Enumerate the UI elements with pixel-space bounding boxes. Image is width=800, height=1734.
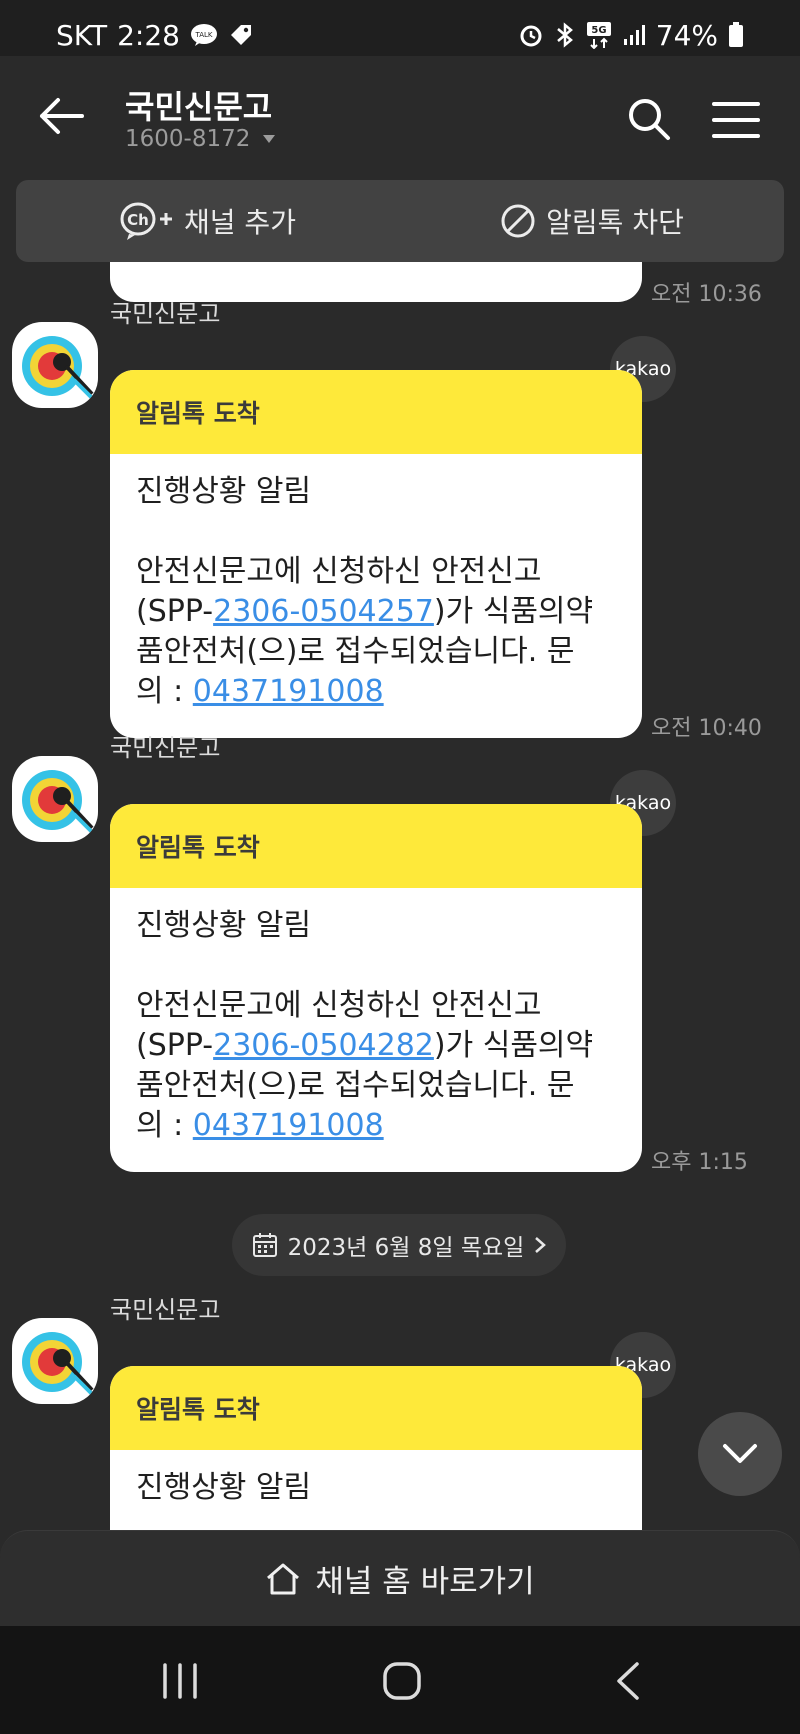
- message-time: 오전 10:36: [651, 282, 762, 307]
- phone-number-dropdown[interactable]: 1600-8172: [125, 126, 276, 152]
- sender-name: 국민신문고: [110, 734, 221, 762]
- chat-title: 국민신문고: [125, 88, 273, 126]
- sinmungo-logo-icon: [22, 1332, 94, 1396]
- add-channel-label: 채널 추가: [184, 206, 296, 239]
- message-line: (SPP-2306-0504257)가 식품의약: [136, 594, 594, 629]
- phone-link[interactable]: 0437191008: [193, 674, 384, 709]
- report-number-link[interactable]: 2306-0504282: [213, 1028, 434, 1063]
- message-line: 안전신문고에 신청하신 안전신고: [136, 554, 542, 589]
- block-icon: [501, 204, 535, 238]
- date-label: 2023년 6월 8일 목요일: [287, 1235, 525, 1261]
- date-divider[interactable]: 2023년 6월 8일 목요일: [232, 1214, 566, 1276]
- message-body: 진행상황 알림 안전신문고에 신청하신 안전신고 (SPP-2306-05042…: [110, 888, 642, 1172]
- alimtalk-header: 알림톡 도착: [110, 804, 642, 888]
- message-body: 진행상황 알림 안전신문고에 신청하신 안전신고 (SPP-2306-05042…: [110, 454, 642, 738]
- message-title: 진행상황 알림: [136, 1470, 312, 1505]
- back-nav-button[interactable]: [598, 1656, 658, 1706]
- chat-message-list[interactable]: 0437191008 오전 10:36 국민신문고 kakao 알림톡 도착 진…: [0, 176, 800, 1530]
- block-alimtalk-button[interactable]: 알림톡 차단: [400, 201, 784, 241]
- back-button[interactable]: [38, 96, 86, 136]
- message-title: 진행상황 알림: [136, 908, 312, 943]
- svg-text:5G: 5G: [591, 25, 606, 36]
- home-nav-button[interactable]: [372, 1656, 432, 1706]
- menu-button[interactable]: [712, 100, 760, 140]
- add-channel-button[interactable]: Ch 채널 추가: [16, 201, 400, 241]
- signal-icon: [622, 23, 646, 47]
- sinmungo-logo-icon: [22, 770, 94, 834]
- message-line: 품안전처(으)로 접수되었습니다. 문: [136, 1068, 575, 1103]
- bluetooth-icon: [554, 22, 576, 48]
- calendar-icon: [252, 1233, 277, 1257]
- channel-avatar[interactable]: [12, 322, 98, 408]
- sender-name: 국민신문고: [110, 300, 221, 328]
- alimtalk-message[interactable]: 알림톡 도착 진행상황 알림 안전신문고에 신청하신 안전신고 (SPP-230…: [110, 370, 642, 738]
- sender-name: 국민신문고: [110, 1296, 221, 1324]
- alimtalk-header: 알림톡 도착: [110, 1366, 642, 1450]
- channel-avatar[interactable]: [12, 756, 98, 842]
- channel-add-icon: Ch: [120, 202, 173, 240]
- message-body: 진행상황 알림: [110, 1450, 642, 1530]
- alimtalk-message[interactable]: 알림톡 도착 진행상황 알림: [110, 1366, 642, 1530]
- home-nav-icon: [383, 1662, 421, 1700]
- kakaotalk-notification-icon: TALK: [190, 23, 218, 47]
- chevron-right-icon: [535, 1237, 547, 1253]
- message-line: (SPP-2306-0504282)가 식품의약: [136, 1028, 594, 1063]
- message-line: 안전신문고에 신청하신 안전신고: [136, 988, 542, 1023]
- svg-text:TALK: TALK: [194, 31, 212, 39]
- message-time: 오전 10:40: [651, 716, 762, 741]
- home-icon: [267, 1563, 300, 1594]
- channel-home-label: 채널 홈 바로가기: [315, 1564, 535, 1600]
- chat-header: 국민신문고 1600-8172: [0, 56, 800, 176]
- message-time: 오후 1:15: [651, 1150, 748, 1175]
- phone-link[interactable]: 0437191008: [193, 1108, 384, 1143]
- block-alimtalk-label: 알림톡 차단: [546, 206, 684, 239]
- battery-percent: 74%: [655, 18, 718, 52]
- phone-number: 1600-8172: [125, 126, 251, 152]
- back-arrow-icon: [40, 98, 84, 134]
- search-icon: [629, 99, 670, 140]
- back-nav-icon: [617, 1662, 639, 1700]
- carrier-label: SKT: [56, 18, 108, 52]
- network-5g-icon: 5G: [586, 21, 612, 49]
- channel-home-button[interactable]: 채널 홈 바로가기: [0, 1530, 800, 1626]
- message-line: 의 : 0437191008: [136, 1108, 384, 1143]
- report-number-link[interactable]: 2306-0504257: [213, 594, 434, 629]
- sinmungo-logo-icon: [22, 336, 94, 400]
- tag-icon: [228, 22, 254, 48]
- alimtalk-message[interactable]: 알림톡 도착 진행상황 알림 안전신문고에 신청하신 안전신고 (SPP-230…: [110, 804, 642, 1172]
- hamburger-menu-icon: [712, 102, 760, 138]
- alarm-icon: [518, 22, 544, 48]
- message-title: 진행상황 알림: [136, 474, 312, 509]
- clock: 2:28: [117, 18, 180, 52]
- scroll-to-bottom-button[interactable]: [698, 1412, 782, 1496]
- battery-icon: [728, 22, 744, 48]
- chevron-down-icon: [723, 1444, 757, 1463]
- alimtalk-header: 알림톡 도착: [110, 370, 642, 454]
- message-line: 품안전처(으)로 접수되었습니다. 문: [136, 634, 575, 669]
- channel-avatar[interactable]: [12, 1318, 98, 1404]
- system-navigation-bar: [0, 1626, 800, 1734]
- message-line: 의 : 0437191008: [136, 674, 384, 709]
- channel-action-bar: Ch 채널 추가 알림톡 차단: [16, 180, 784, 262]
- svg-text:Ch: Ch: [127, 211, 149, 229]
- recent-apps-icon: [163, 1663, 197, 1699]
- search-button[interactable]: [626, 96, 672, 142]
- recent-apps-button[interactable]: [150, 1656, 210, 1706]
- dropdown-caret-icon: [263, 135, 276, 143]
